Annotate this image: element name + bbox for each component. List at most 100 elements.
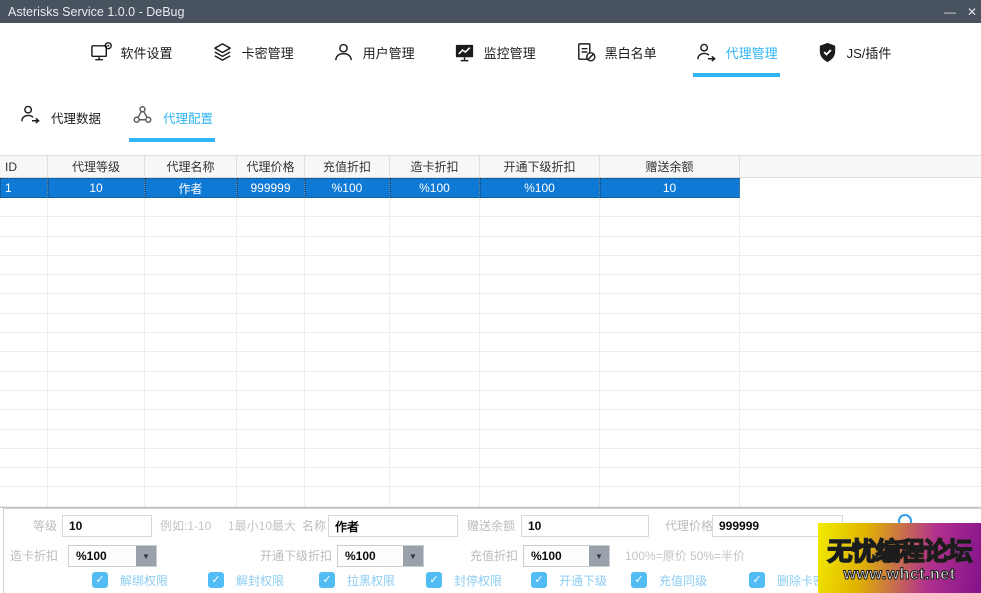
table-cell	[145, 430, 237, 449]
table-cell	[305, 256, 390, 275]
header-cell[interactable]: 造卡折扣	[390, 156, 480, 178]
table-filler-cell	[740, 333, 981, 352]
table-cell	[0, 430, 48, 449]
table-cell	[305, 468, 390, 487]
table-filler-cell	[740, 256, 981, 275]
nav-item-agent-management[interactable]: 代理管理	[693, 31, 780, 77]
level-hint-range: 1最小10最大	[228, 515, 296, 537]
table-row	[0, 275, 981, 294]
table-cell	[600, 275, 740, 294]
table-cell	[48, 217, 145, 236]
name-input[interactable]	[328, 515, 458, 537]
nav-item-monitor-management[interactable]: 监控管理	[451, 31, 538, 77]
table-cell	[390, 198, 480, 217]
recharge-discount-value: %100	[531, 546, 562, 566]
level-input[interactable]	[62, 515, 152, 537]
header-cell[interactable]: 代理名称	[145, 156, 237, 178]
table-row	[0, 294, 981, 313]
table-cell	[237, 275, 305, 294]
nav-item-blacklist[interactable]: 黑白名单	[572, 31, 659, 77]
table-cell	[0, 449, 48, 468]
table-cell	[305, 352, 390, 371]
subnav-item-agent-config[interactable]: 代理配置	[129, 97, 215, 142]
nav-item-user-management[interactable]: 用户管理	[330, 31, 417, 77]
table-cell	[600, 372, 740, 391]
table-cell	[145, 352, 237, 371]
table-cell	[390, 449, 480, 468]
header-cell[interactable]: 开通下级折扣	[480, 156, 600, 178]
card-discount-dropdown-button[interactable]: ▼	[136, 546, 156, 566]
checkbox-open-sub[interactable]: ✓开通下级	[531, 571, 607, 589]
header-cell[interactable]: 充值折扣	[305, 156, 390, 178]
check-icon: ✓	[429, 575, 438, 586]
table-cell	[480, 487, 600, 506]
nav-item-label: 监控管理	[484, 43, 536, 62]
table-cell	[145, 294, 237, 313]
table-cell	[237, 352, 305, 371]
table-cell	[145, 410, 237, 429]
bonus-input[interactable]	[521, 515, 649, 537]
card-discount-select[interactable]: %100 ▼	[68, 545, 157, 567]
nav-item-js-plugins[interactable]: JS/插件	[814, 31, 894, 77]
name-label: 名称	[302, 515, 326, 537]
nav-item-software-settings[interactable]: 软件设置	[88, 31, 175, 77]
discount-hint: 100%=原价 50%=半价	[625, 545, 745, 567]
table-cell	[600, 314, 740, 333]
table-cell	[145, 372, 237, 391]
subnav-item-label: 代理配置	[163, 108, 213, 127]
checkbox-blacklist[interactable]: ✓拉黑权限	[319, 571, 395, 589]
sub-discount-select[interactable]: %100 ▼	[337, 545, 424, 567]
table-cell	[237, 217, 305, 236]
table-row	[0, 256, 981, 275]
header-cell[interactable]: 赠送余额	[600, 156, 740, 178]
table-cell	[480, 198, 600, 217]
table-cell	[237, 410, 305, 429]
header-cell[interactable]: 代理价格	[237, 156, 305, 178]
checkbox-delete-card[interactable]: ✓删除卡密	[749, 571, 825, 589]
list-ban-icon	[574, 41, 597, 64]
table-cell	[145, 275, 237, 294]
table-cell	[305, 198, 390, 217]
table-filler-cell	[740, 430, 981, 449]
table-row	[0, 333, 981, 352]
table-cell	[305, 410, 390, 429]
sub-discount-dropdown-button[interactable]: ▼	[403, 546, 423, 566]
nav-item-label: 卡密管理	[242, 43, 294, 62]
table-row[interactable]: 110作者999999%100%100%10010	[0, 178, 981, 198]
table-cell	[305, 430, 390, 449]
table-cell	[48, 487, 145, 506]
nav-item-card-management[interactable]: 卡密管理	[209, 31, 296, 77]
checkbox-icon: ✓	[92, 572, 108, 588]
minimize-button[interactable]: —	[933, 0, 967, 23]
table-cell	[390, 217, 480, 236]
table-cell	[0, 333, 48, 352]
checkbox-unbind[interactable]: ✓解绑权限	[92, 571, 168, 589]
close-button[interactable]: ✕	[967, 0, 981, 23]
table-cell	[600, 256, 740, 275]
table-cell	[390, 256, 480, 275]
recharge-discount-dropdown-button[interactable]: ▼	[589, 546, 609, 566]
subnav-item-agent-data[interactable]: 代理数据	[17, 97, 103, 142]
table-cell	[0, 256, 48, 275]
table-cell	[305, 275, 390, 294]
table-cell	[480, 430, 600, 449]
header-cell[interactable]: 代理等级	[48, 156, 145, 178]
table-cell	[600, 487, 740, 506]
header-cell[interactable]: ID	[0, 156, 48, 178]
table-row	[0, 217, 981, 236]
table-cell	[305, 217, 390, 236]
table-cell	[480, 449, 600, 468]
table-row	[0, 449, 981, 468]
table-cell	[0, 352, 48, 371]
checkbox-icon: ✓	[749, 572, 765, 588]
table-cell	[390, 352, 480, 371]
table-cell	[390, 468, 480, 487]
checkbox-unban[interactable]: ✓解封权限	[208, 571, 284, 589]
table-cell	[48, 256, 145, 275]
table-cell: %100	[305, 178, 390, 198]
checkbox-recharge-peer[interactable]: ✓充值同级	[631, 571, 707, 589]
table-cell	[480, 410, 600, 429]
checkbox-suspend[interactable]: ✓封停权限	[426, 571, 502, 589]
recharge-discount-select[interactable]: %100 ▼	[523, 545, 610, 567]
table-cell	[480, 256, 600, 275]
